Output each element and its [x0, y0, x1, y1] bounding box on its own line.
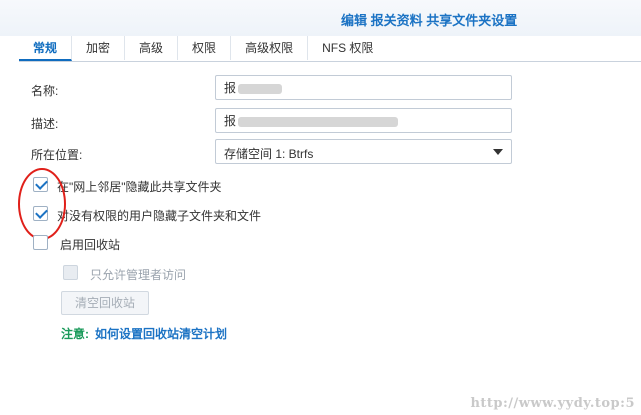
location-label: 所在位置:: [31, 148, 83, 162]
clear-recycle-bin-button[interactable]: 清空回收站: [61, 291, 149, 315]
note: 注意: 如何设置回收站清空计划: [61, 325, 227, 342]
location-select[interactable]: 存储空间 1: Btrfs: [215, 139, 512, 164]
dialog-header: 编辑 报关资料 共享文件夹设置: [0, 0, 641, 36]
tab-encryption[interactable]: 加密: [72, 36, 126, 60]
description-field-wrapper: [215, 108, 512, 133]
redacted-blur: [238, 117, 398, 127]
tab-advanced-permissions[interactable]: 高级权限: [231, 36, 309, 60]
location-selected-value: 存储空间 1: Btrfs: [224, 147, 314, 161]
tab-nfs-permissions[interactable]: NFS 权限: [308, 36, 387, 60]
recycle-schedule-link[interactable]: 如何设置回收站清空计划: [95, 327, 227, 341]
redacted-blur: [238, 84, 282, 94]
admin-only-checkbox[interactable]: [63, 265, 78, 280]
name-field-wrapper: [215, 75, 512, 100]
hide-subfolders-checkbox[interactable]: [33, 206, 48, 221]
recycle-bin-checkbox[interactable]: [33, 235, 48, 250]
dropdown-arrow-icon: [493, 149, 503, 155]
name-label: 名称:: [31, 84, 59, 98]
watermark: http://www.yydy.top:5: [470, 396, 635, 411]
tab-permissions[interactable]: 权限: [178, 36, 232, 60]
description-label: 描述:: [31, 117, 59, 131]
note-prefix: 注意:: [61, 327, 89, 341]
dialog-title: 编辑 报关资料 共享文件夹设置: [341, 13, 518, 28]
admin-only-label: 只允许管理者访问: [90, 268, 187, 282]
recycle-bin-label: 启用回收站: [60, 238, 121, 252]
hide-network-label: 在"网上邻居"隐藏此共享文件夹: [57, 180, 222, 194]
tab-bar: 常规 加密 高级 权限 高级权限 NFS 权限: [19, 36, 641, 62]
hide-network-checkbox[interactable]: [33, 177, 48, 192]
tab-advanced[interactable]: 高级: [125, 36, 179, 60]
hide-subfolders-label: 对没有权限的用户隐藏子文件夹和文件: [57, 209, 262, 223]
tab-general[interactable]: 常规: [19, 36, 73, 61]
